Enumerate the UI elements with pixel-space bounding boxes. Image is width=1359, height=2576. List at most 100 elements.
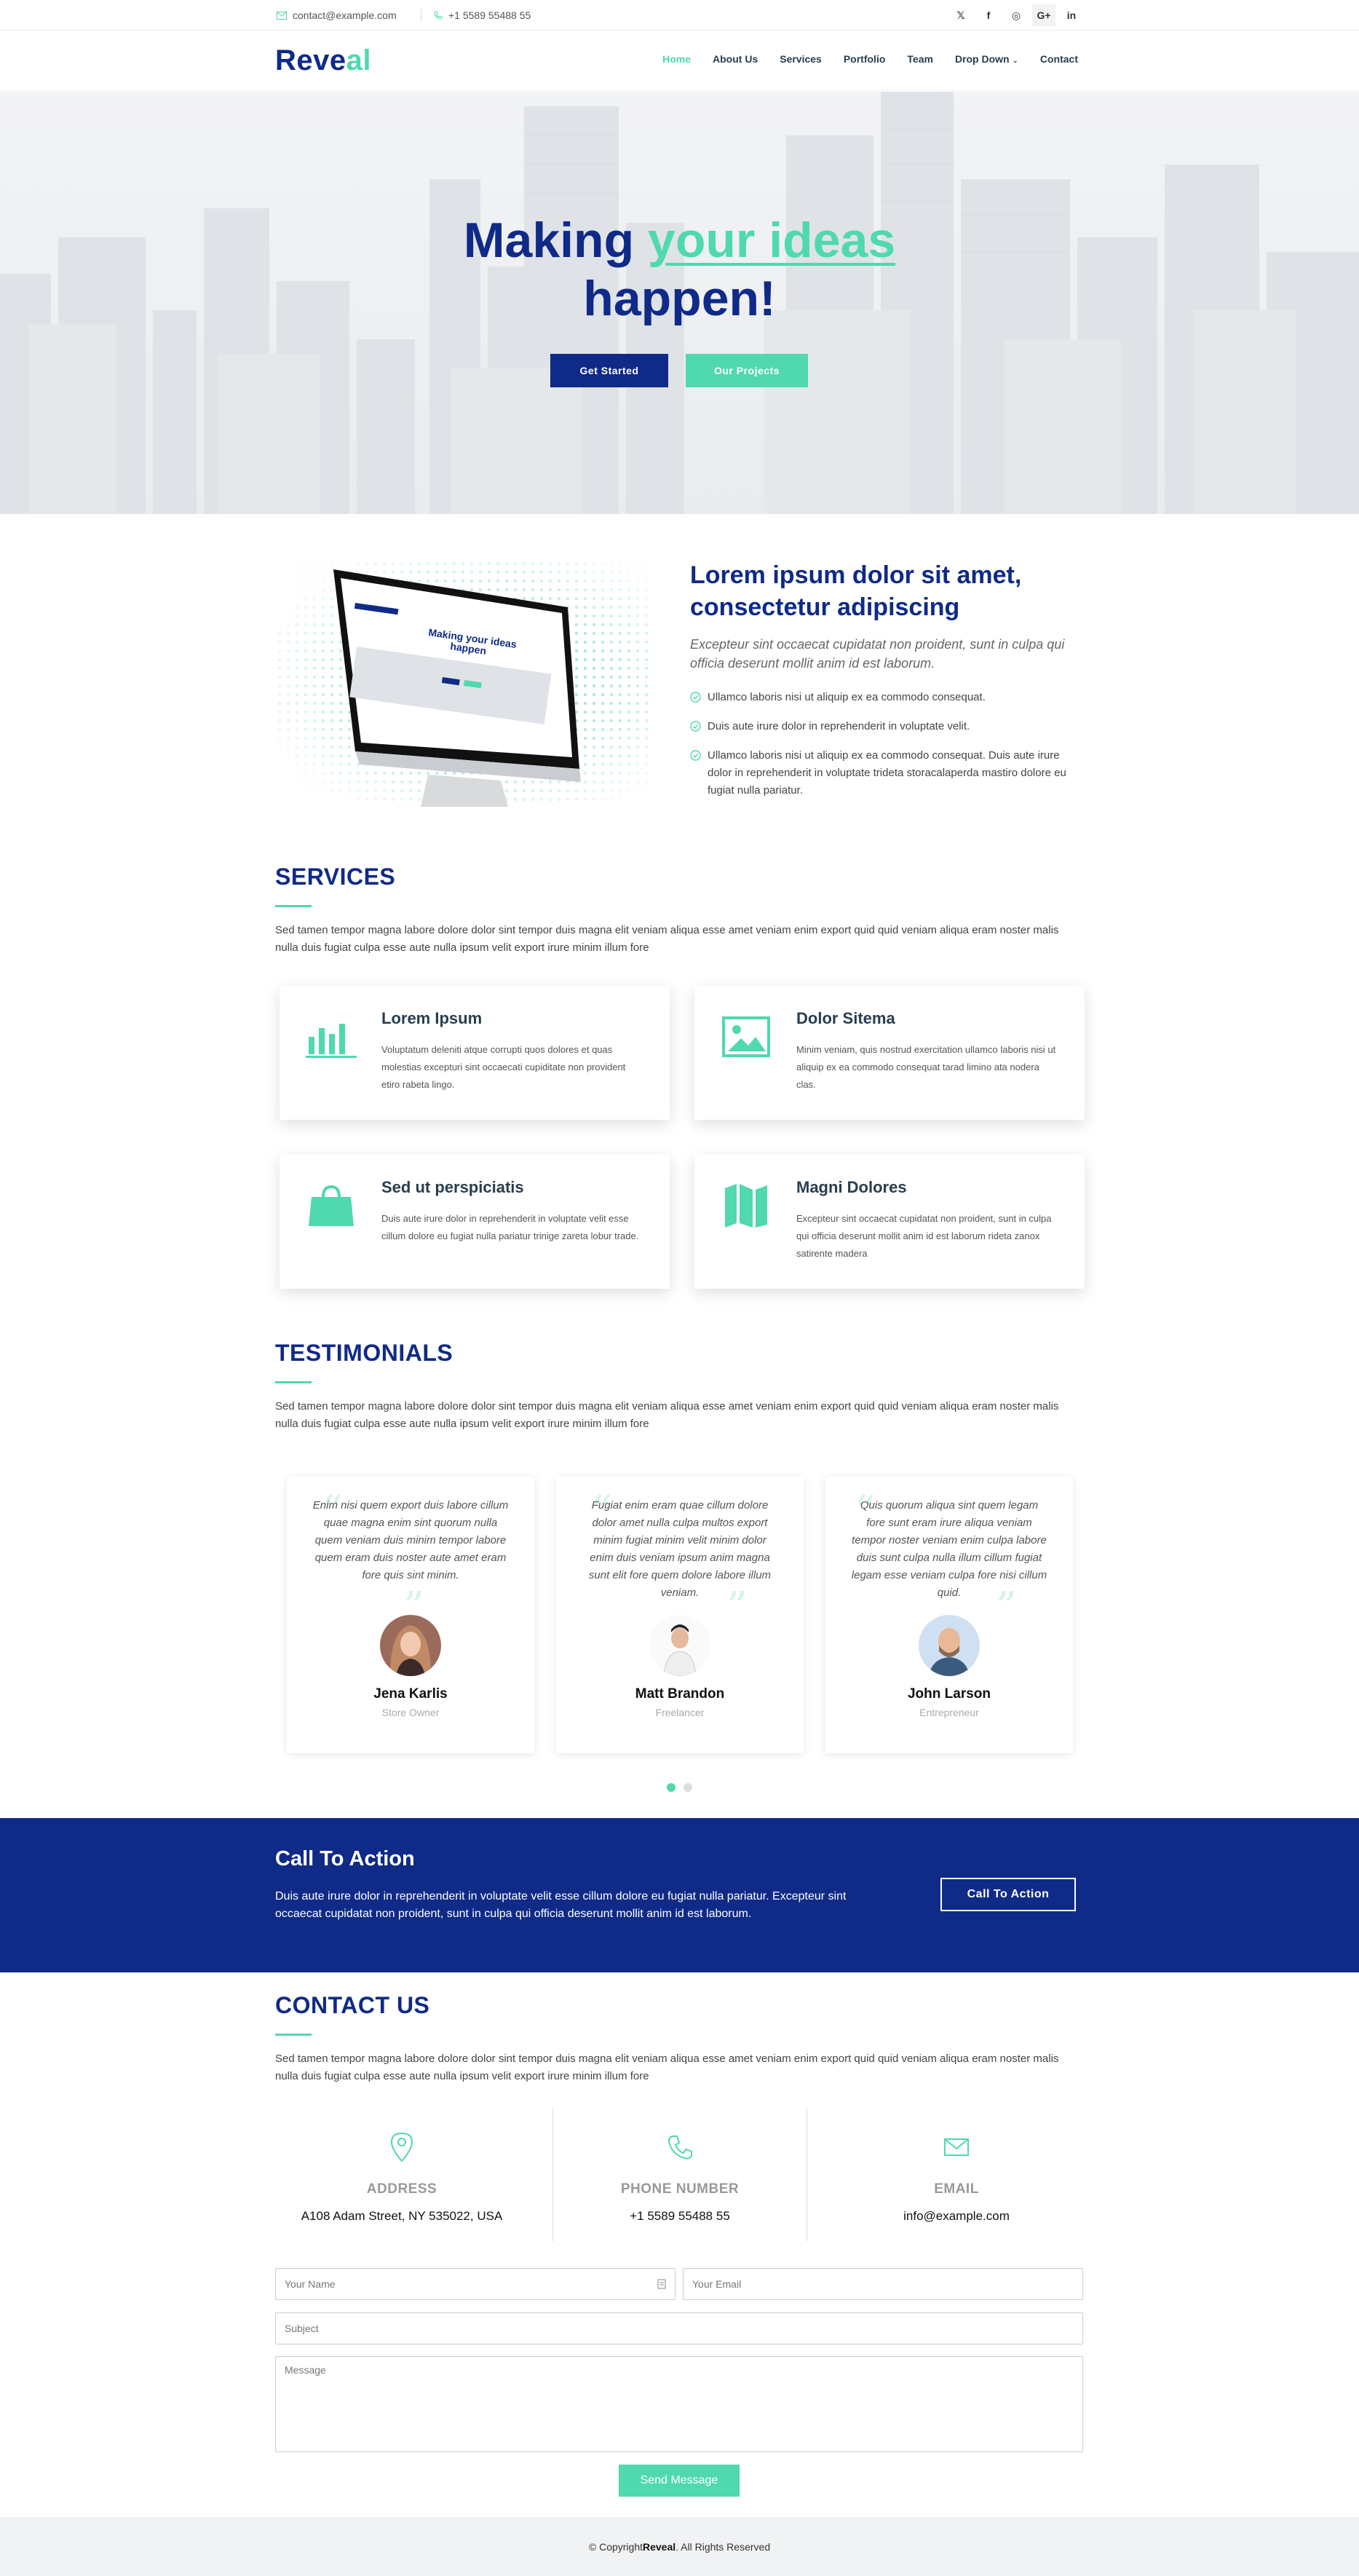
- hero-title: Making your ideas happen!: [0, 211, 1359, 328]
- testimonial-card: “ Fugiat enim eram quae cillum dolore do…: [556, 1477, 804, 1753]
- autofill-icon: [657, 2279, 666, 2289]
- list-item-text: Duis aute irure dolor in reprehenderit i…: [708, 720, 970, 732]
- list-item: Duis aute irure dolor in reprehenderit i…: [690, 718, 1083, 735]
- about-list: Ullamco laboris nisi ut aliquip ex ea co…: [690, 689, 1083, 811]
- map-icon: [725, 1184, 767, 1228]
- contact-desc: Sed tamen tempor magna labore dolore dol…: [275, 2052, 1059, 2082]
- call-to-action-section: Call To Action Duis aute irure dolor in …: [0, 1818, 1359, 1972]
- service-text: Minim veniam, quis nostrud exercitation …: [796, 1044, 1056, 1090]
- testimonial-name: Jena Karlis: [373, 1686, 448, 1702]
- linkedin-icon[interactable]: in: [1060, 4, 1083, 26]
- testimonial-card: “ Quis quorum aliqua sint quem legam for…: [825, 1477, 1073, 1753]
- email-label: EMAIL: [934, 2181, 979, 2197]
- testimonials-desc: Sed tamen tempor magna labore dolore dol…: [275, 1400, 1059, 1430]
- avatar: [380, 1615, 441, 1676]
- service-card[interactable]: Magni Dolores Excepteur sint occaecat cu…: [694, 1155, 1085, 1289]
- service-text: Excepteur sint occaecat cupidatat non pr…: [796, 1213, 1052, 1259]
- testimonial-role: Freelancer: [655, 1707, 705, 1718]
- service-card[interactable]: Lorem Ipsum Voluptatum deleniti atque co…: [280, 986, 670, 1120]
- nav-contact[interactable]: Contact: [1040, 53, 1078, 65]
- nav-portfolio[interactable]: Portfolio: [844, 53, 886, 65]
- phone-icon: [434, 11, 443, 20]
- contact-phone[interactable]: +1 5589 55488 55: [434, 0, 531, 31]
- monitor-illustration: Making your ideas happen: [275, 559, 654, 807]
- service-text: Voluptatum deleniti atque corrupti quos …: [381, 1044, 626, 1090]
- nav-home[interactable]: Home: [662, 53, 691, 65]
- service-text: Duis aute irure dolor in reprehenderit i…: [381, 1213, 639, 1241]
- avatar: [919, 1615, 980, 1676]
- service-title: Dolor Sitema: [796, 1009, 895, 1027]
- testimonials-title: TESTIMONIALS: [275, 1340, 453, 1366]
- topbar-email-text: contact@example.com: [293, 9, 397, 21]
- cta-button[interactable]: Call To Action: [940, 1878, 1076, 1911]
- send-message-button[interactable]: Send Message: [619, 2465, 740, 2497]
- footer: © Copyright Reveal. All Rights Reserved: [0, 2517, 1359, 2576]
- envelope-icon: [944, 2138, 969, 2156]
- logo-part1: Reve: [275, 44, 346, 76]
- about-lead: Excepteur sint occaecat cupidatat non pr…: [690, 637, 1065, 671]
- check-circle-icon: [690, 692, 701, 703]
- instagram-icon[interactable]: ◎: [1005, 4, 1028, 26]
- testimonial-quote: Fugiat enim eram quae cillum dolore dolo…: [588, 1499, 772, 1599]
- address-label: ADDRESS: [366, 2181, 437, 2197]
- service-card[interactable]: Dolor Sitema Minim veniam, quis nostrud …: [694, 986, 1085, 1120]
- list-item-text: Ullamco laboris nisi ut aliquip ex ea co…: [708, 749, 1066, 797]
- cta-text: Duis aute irure dolor in reprehenderit i…: [275, 1890, 847, 1920]
- list-item: Ullamco laboris nisi ut aliquip ex ea co…: [690, 747, 1083, 799]
- service-title: Sed ut perspiciatis: [381, 1178, 524, 1196]
- services-desc: Sed tamen tempor magna labore dolore dol…: [275, 924, 1059, 954]
- testimonial-role: Entrepreneur: [919, 1707, 979, 1718]
- hero-section: Making your ideas happen! Get Started Our…: [0, 92, 1359, 514]
- topbar-phone-text: +1 5589 55488 55: [448, 9, 531, 21]
- nav-team[interactable]: Team: [907, 53, 933, 65]
- copyright-suffix: . All Rights Reserved: [675, 2540, 771, 2553]
- services-underline: [275, 905, 312, 907]
- service-card[interactable]: Sed ut perspiciatis Duis aute irure dolo…: [280, 1155, 670, 1289]
- check-circle-icon: [690, 750, 701, 761]
- bar-chart-icon: [306, 1024, 357, 1058]
- contact-title: CONTACT US: [275, 1992, 430, 2018]
- our-projects-button[interactable]: Our Projects: [686, 354, 808, 387]
- phone-label: PHONE NUMBER: [620, 2181, 740, 2197]
- shopping-bag-icon: [309, 1185, 354, 1226]
- service-title: Lorem Ipsum: [381, 1009, 483, 1027]
- name-input[interactable]: Your Name: [275, 2268, 675, 2300]
- testimonial-name: Matt Brandon: [635, 1686, 725, 1702]
- message-textarea[interactable]: Message: [275, 2356, 1083, 2452]
- picture-icon: [722, 1016, 770, 1057]
- quote-close-icon: ”: [726, 1584, 748, 1631]
- social-links: 𝕏 f ◎ G+ in: [949, 4, 1083, 26]
- contact-underline: [275, 2034, 312, 2036]
- main-nav: Home About Us Services Portfolio Team Dr…: [662, 53, 1078, 65]
- email-placeholder: Your Email: [692, 2278, 742, 2290]
- service-title: Magni Dolores: [796, 1178, 907, 1196]
- copyright-prefix: © Copyright: [588, 2540, 643, 2553]
- contact-email[interactable]: contact@example.com: [277, 0, 397, 31]
- logo[interactable]: Reveal: [275, 44, 371, 77]
- twitter-icon[interactable]: 𝕏: [949, 4, 972, 26]
- copyright-brand: Reveal: [643, 2540, 676, 2553]
- message-placeholder: Message: [285, 2364, 326, 2376]
- subject-input[interactable]: Subject: [275, 2312, 1083, 2344]
- contact-phone: PHONE NUMBER +1 5589 55488 55: [553, 2109, 807, 2241]
- map-pin-icon: [390, 2132, 413, 2162]
- carousel-dot-active[interactable]: [667, 1783, 675, 1792]
- envelope-icon: [277, 11, 287, 20]
- avatar: [649, 1615, 710, 1676]
- carousel-dot[interactable]: [684, 1783, 692, 1792]
- nav-about[interactable]: About Us: [713, 53, 758, 65]
- contact-email: EMAIL info@example.com: [830, 2109, 1083, 2241]
- testimonial-quote: Enim nisi quem export duis labore cillum…: [312, 1499, 509, 1581]
- nav-services[interactable]: Services: [780, 53, 822, 65]
- google-plus-icon[interactable]: G+: [1032, 4, 1055, 26]
- logo-part2: al: [346, 44, 371, 76]
- top-bar: contact@example.com +1 5589 55488 55 𝕏 f…: [0, 0, 1359, 31]
- quote-close-icon: ”: [996, 1584, 1017, 1631]
- name-placeholder: Your Name: [285, 2278, 336, 2290]
- facebook-icon[interactable]: f: [977, 4, 1000, 26]
- email-input[interactable]: Your Email: [683, 2268, 1083, 2300]
- testimonial-role: Store Owner: [381, 1707, 440, 1718]
- testimonial-name: John Larson: [907, 1686, 991, 1702]
- get-started-button[interactable]: Get Started: [550, 354, 668, 387]
- nav-dropdown[interactable]: Drop Down ⌄: [955, 53, 1018, 65]
